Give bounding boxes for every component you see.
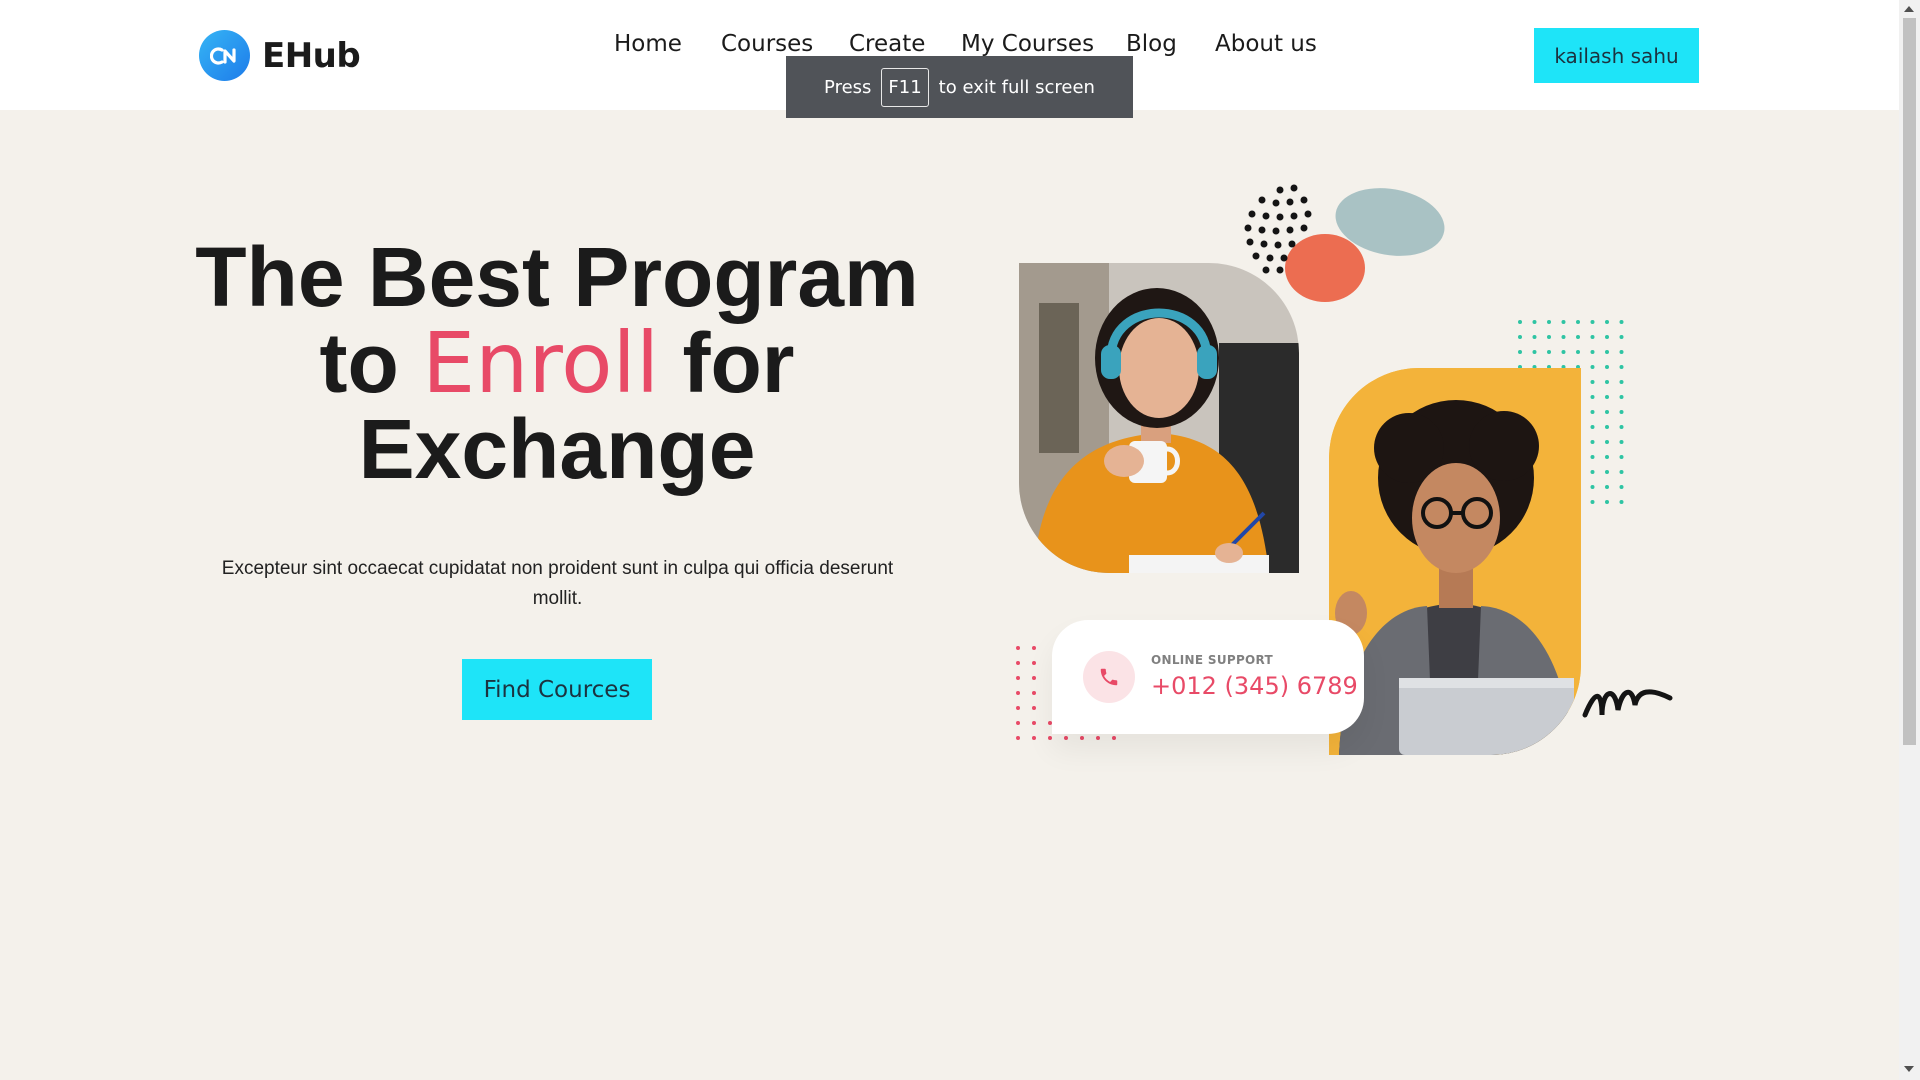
page-scrollbar[interactable] <box>1899 0 1920 1080</box>
hero-title-line3: Exchange <box>358 402 756 496</box>
find-courses-button[interactable]: Find Cources <box>462 659 652 720</box>
phone-icon <box>1083 651 1135 703</box>
hero-title: The Best Program to Enroll for Exchange <box>180 234 934 492</box>
scroll-up-arrow-icon[interactable] <box>1904 6 1914 12</box>
scroll-thumb[interactable] <box>1903 18 1916 745</box>
student-photo-woman <box>1019 263 1299 573</box>
hero-title-line1: The Best Program <box>195 230 919 324</box>
scroll-down-arrow-icon[interactable] <box>1904 1066 1914 1072</box>
ehub-logo-icon <box>199 30 250 81</box>
fullscreen-toast-suffix: to exit full screen <box>938 76 1095 98</box>
hero-title-accent: Enroll <box>422 314 660 412</box>
nav-create[interactable]: Create <box>849 31 925 57</box>
user-account-button[interactable]: kailash sahu <box>1534 28 1699 83</box>
fullscreen-toast: Press F11 to exit full screen <box>786 56 1133 118</box>
online-support-card[interactable]: ONLINE SUPPORT +012 (345) 6789 <box>1052 620 1364 734</box>
support-label: ONLINE SUPPORT <box>1151 653 1274 667</box>
nav-blog[interactable]: Blog <box>1126 31 1177 57</box>
brand-name: EHub <box>262 35 361 76</box>
nav-my-courses[interactable]: My Courses <box>961 31 1094 57</box>
support-phone-number[interactable]: +012 (345) 6789 <box>1151 672 1358 700</box>
hero-title-to: to <box>319 316 423 410</box>
fullscreen-toast-prefix: Press <box>824 76 872 98</box>
hero-title-for: for <box>659 316 795 410</box>
hero-subtitle: Excepteur sint occaecat cupidatat non pr… <box>221 558 894 609</box>
student-photo-man <box>1329 368 1581 755</box>
nav-about-us[interactable]: About us <box>1215 31 1317 57</box>
nav-home[interactable]: Home <box>614 31 682 57</box>
brand-logo[interactable]: EHub <box>199 30 361 81</box>
hero-illustration: ONLINE SUPPORT +012 (345) 6789 <box>1010 170 1680 770</box>
nav-courses[interactable]: Courses <box>721 31 813 57</box>
fullscreen-toast-key: F11 <box>881 67 929 107</box>
